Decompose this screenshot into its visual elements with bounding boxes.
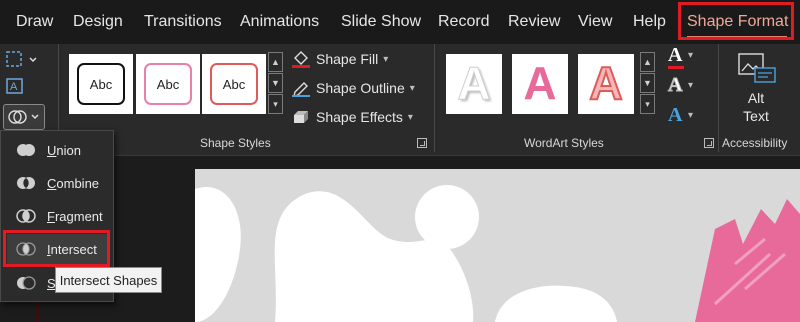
tooltip: Intersect Shapes [55,267,162,293]
subtract-icon [17,276,36,290]
shape-fill-label: Shape Fill [316,51,379,67]
fragment-icon [16,209,36,223]
text-outline-icon[interactable]: A [667,74,682,97]
shape-effects-label: Shape Effects [316,109,403,125]
text-fill-icon[interactable]: A [668,44,684,69]
wordart-scroll-up[interactable]: ▲ [640,52,655,72]
gallery-more[interactable]: ▾ [268,94,283,114]
chevron-down-icon[interactable]: ▾ [688,80,693,91]
wordart-styles-group-label: WordArt Styles [524,136,604,150]
edit-shape-icon [6,51,37,67]
wordart-more[interactable]: ▾ [640,94,655,114]
combine-icon [17,177,35,189]
shape-styles-group-label: Shape Styles [200,136,271,150]
menu-item-combine[interactable]: Combine [7,168,109,198]
accessibility-group-label: Accessibility [722,136,788,150]
shape-outline-button[interactable]: Shape Outline ▾ [291,77,415,99]
paint-bucket-icon [292,51,310,68]
tab-animations[interactable]: Animations [240,10,319,34]
chevron-down-icon[interactable]: ▾ [688,110,693,121]
menu-item-label: ombine [56,175,100,191]
merge-shapes-icon [8,110,39,124]
menu-item-label: ragment [54,208,103,224]
tab-help[interactable]: Help [633,10,666,34]
slide-artwork [195,185,800,322]
menu-item-fragment[interactable]: Fragment [7,201,109,231]
intersect-highlight-box [3,230,110,267]
merge-shapes-button[interactable] [3,104,45,130]
ribbon-tab-bar: Draw Design Transitions Animations Slide… [0,0,800,44]
shape-format-highlight-box [678,2,794,40]
shape-styles-dialog-launcher-icon[interactable] [417,138,427,148]
tab-review[interactable]: Review [508,10,560,34]
preset-text: Abc [144,63,192,105]
chevron-down-icon: ▾ [407,111,413,123]
tab-design[interactable]: Design [73,10,123,34]
tab-slide-show[interactable]: Slide Show [341,10,421,34]
menu-item-accesskey: U [47,142,57,158]
wordart-preset-2[interactable]: A [512,54,568,114]
ribbon: A Abc Abc Abc ▲ ▼ ▾ Shape Fill ▾ Shape O… [0,44,800,156]
shape-effects-button[interactable]: Shape Effects ▾ [291,106,413,128]
chevron-down-icon[interactable]: ▾ [688,50,693,61]
text-effects-icon[interactable]: A [668,104,682,126]
tab-draw[interactable]: Draw [16,10,53,34]
gallery-scroll-up[interactable]: ▲ [268,52,283,72]
chevron-down-icon: ▾ [409,82,415,94]
text-box-button[interactable]: A [5,76,25,101]
shape-fill-button[interactable]: Shape Fill ▾ [291,48,388,70]
divider [434,44,435,152]
tab-transitions[interactable]: Transitions [144,10,222,34]
menu-item-accesskey: F [47,208,55,224]
divider [718,44,719,152]
wordart-letter: A [457,57,491,110]
pen-icon [292,82,310,97]
menu-item-union[interactable]: Union [7,135,109,165]
gallery-scroll-down[interactable]: ▼ [268,73,283,93]
slide-canvas[interactable] [195,169,800,322]
alt-text-label-line1: Alt [747,90,765,106]
alt-text-icon [738,53,776,83]
union-icon [17,144,35,156]
wordart-preset-1[interactable]: A [446,54,502,114]
shape-outline-label: Shape Outline [316,80,405,96]
preset-text: Abc [210,63,258,105]
shape-style-preset-1[interactable]: Abc [69,54,133,114]
edit-shape-button[interactable] [5,50,39,75]
text-box-icon: A [6,78,23,94]
wordart-letter: A [588,56,623,110]
wordart-scroll-down[interactable]: ▼ [640,73,655,93]
preset-text: Abc [77,63,125,105]
alt-text-label-line2: Text [743,108,769,124]
shape-style-preset-3[interactable]: Abc [202,54,266,114]
shape-effects-icon [294,111,308,123]
svg-text:A: A [10,81,18,93]
wordart-dialog-launcher-icon[interactable] [704,138,714,148]
tab-view[interactable]: View [578,10,612,34]
wordart-letter: A [523,57,557,109]
wordart-preset-3[interactable]: A [578,54,634,114]
menu-item-label: nion [56,142,81,158]
menu-item-accesskey: C [47,175,57,191]
shape-style-preset-2[interactable]: Abc [136,54,200,114]
tab-record[interactable]: Record [438,10,490,34]
chevron-down-icon: ▾ [383,53,389,65]
alt-text-button[interactable]: Alt Text [728,50,784,130]
